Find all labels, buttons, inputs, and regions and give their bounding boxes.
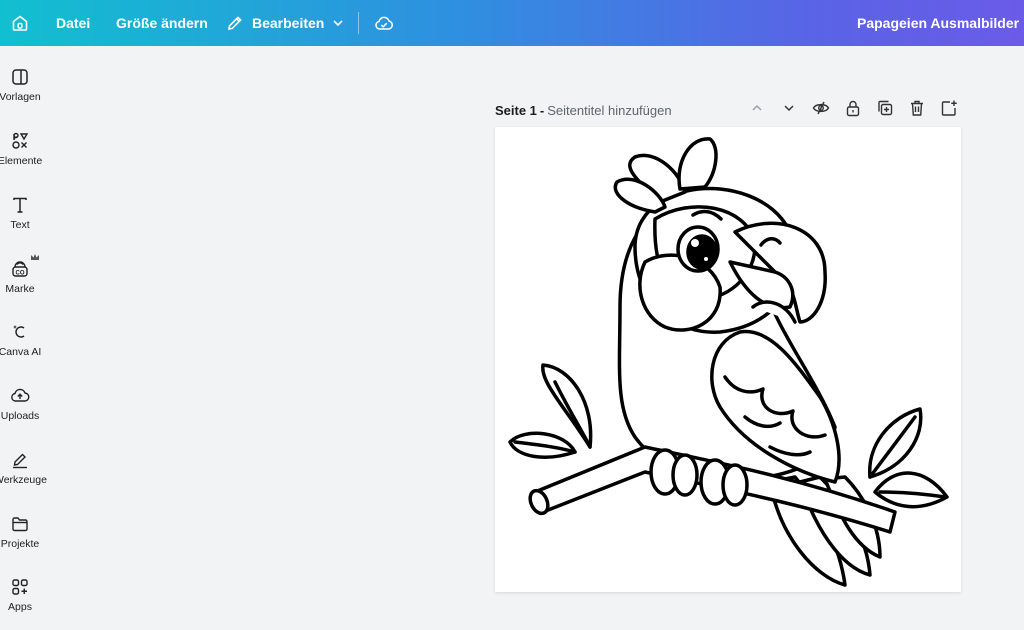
lock-icon [845,99,861,122]
sidebar-item-uploads[interactable]: Uploads [0,383,46,439]
sidebar-item-templates[interactable]: Vorlagen [0,64,46,120]
brand-icon: CO [0,254,46,282]
cloud-check-icon [374,14,394,32]
delete-page-button[interactable] [906,99,928,121]
sidebar-item-label: Marke [5,283,35,295]
canva-ai-icon [0,319,46,345]
sidebar-item-elements[interactable]: Elemente [0,128,46,184]
move-page-up-button[interactable] [746,99,768,121]
sidebar-item-label: Uploads [0,410,40,422]
page-title-separator: - [539,102,545,118]
sidebar-item-label: Text [10,219,30,231]
add-page-button[interactable] [938,99,960,121]
duplicate-page-button[interactable] [874,99,896,121]
trash-icon [909,99,925,122]
page-header: Seite 1 - Seitentitel hinzufügen [495,98,672,122]
text-icon [0,192,46,218]
crown-icon [30,248,40,266]
elements-icon [0,128,46,154]
toolbar-divider [358,12,359,34]
sidebar-item-label: Projekte [0,538,40,550]
svg-text:CO: CO [16,271,25,277]
home-button[interactable] [10,0,30,46]
folder-icon [0,511,46,537]
duplicate-icon [876,99,894,122]
parrot-coloring-image[interactable] [495,127,961,592]
save-status-button[interactable] [374,0,394,46]
lock-page-button[interactable] [842,99,864,121]
sidebar-item-canva-ai[interactable]: Canva AI [0,319,46,375]
chevron-down-icon [332,17,344,29]
hide-icon [812,100,830,121]
design-canvas[interactable] [495,127,961,592]
upload-icon [0,383,46,409]
move-page-down-button[interactable] [778,99,800,121]
sidebar-item-brand[interactable]: CO Marke [0,254,46,312]
sidebar-item-label: Elemente [0,155,43,167]
pencil-icon [226,14,244,32]
chevron-up-icon [750,101,764,120]
hide-page-button[interactable] [810,99,832,121]
tools-icon [0,447,46,473]
add-page-icon [940,99,958,122]
chevron-down-icon [782,101,796,120]
sidebar-item-label: Apps [8,601,32,613]
templates-icon [0,64,46,90]
edit-menu[interactable]: Bearbeiten [226,0,344,46]
left-sidebar: Vorlagen Elemente Text CO Marke Canva AI… [0,46,47,619]
resize-button[interactable]: Größe ändern [116,0,208,46]
page-number: Seite 1 [495,102,537,118]
apps-icon [0,574,46,600]
sidebar-item-label: Vorlagen [0,91,41,103]
top-bar: Datei Größe ändern Bearbeiten Papageien … [0,0,1024,46]
sidebar-item-label: Werkzeuge [0,474,47,486]
sidebar-item-apps[interactable]: Apps [0,574,46,630]
page-title-input[interactable]: Seitentitel hinzufügen [547,103,671,118]
sidebar-item-tools[interactable]: Werkzeuge [0,447,47,503]
edit-label: Bearbeiten [252,15,325,31]
sidebar-item-label: Canva AI [0,346,42,358]
document-title[interactable]: Papageien Ausmalbilder [857,0,1019,46]
file-menu[interactable]: Datei [56,0,90,46]
home-icon [10,13,30,33]
sidebar-item-text[interactable]: Text [0,192,46,248]
sidebar-item-projects[interactable]: Projekte [0,511,46,567]
